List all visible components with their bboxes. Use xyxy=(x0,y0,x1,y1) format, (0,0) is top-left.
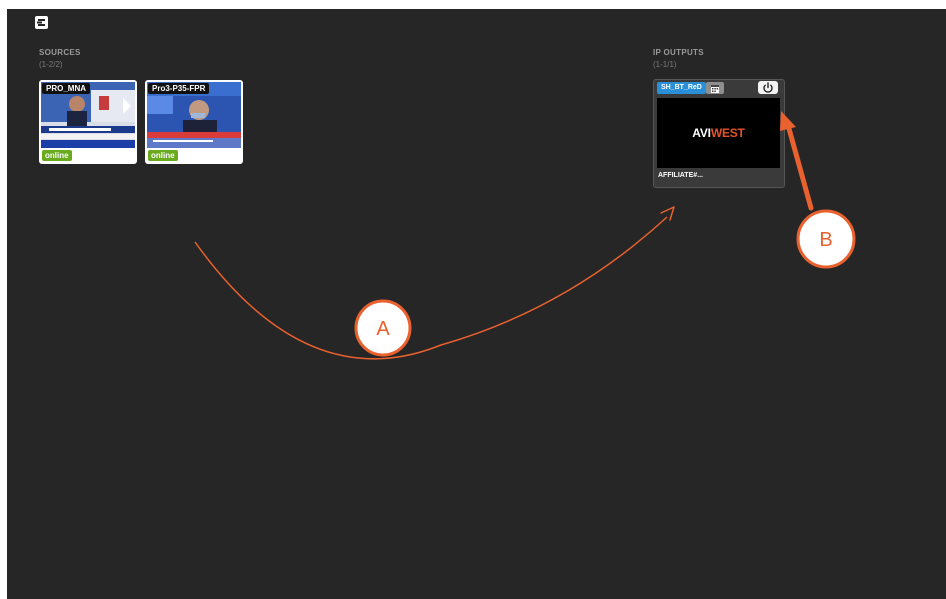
annotation-marker-a: A xyxy=(354,299,412,357)
annotation-marker-b: B xyxy=(796,209,856,269)
workspace: SOURCES (1-2/2) PRO_MNA online Pro3-P35-… xyxy=(7,9,946,599)
annotation-arrowhead-b xyxy=(780,111,796,131)
annotation-arc xyxy=(194,216,668,360)
annotation-arrow-b xyxy=(785,122,814,211)
annotation-label-b: B xyxy=(819,229,832,251)
annotation-arc-arrowhead xyxy=(660,206,675,221)
annotation-label-a: A xyxy=(376,318,390,340)
annotation-overlay: A B xyxy=(194,111,856,360)
